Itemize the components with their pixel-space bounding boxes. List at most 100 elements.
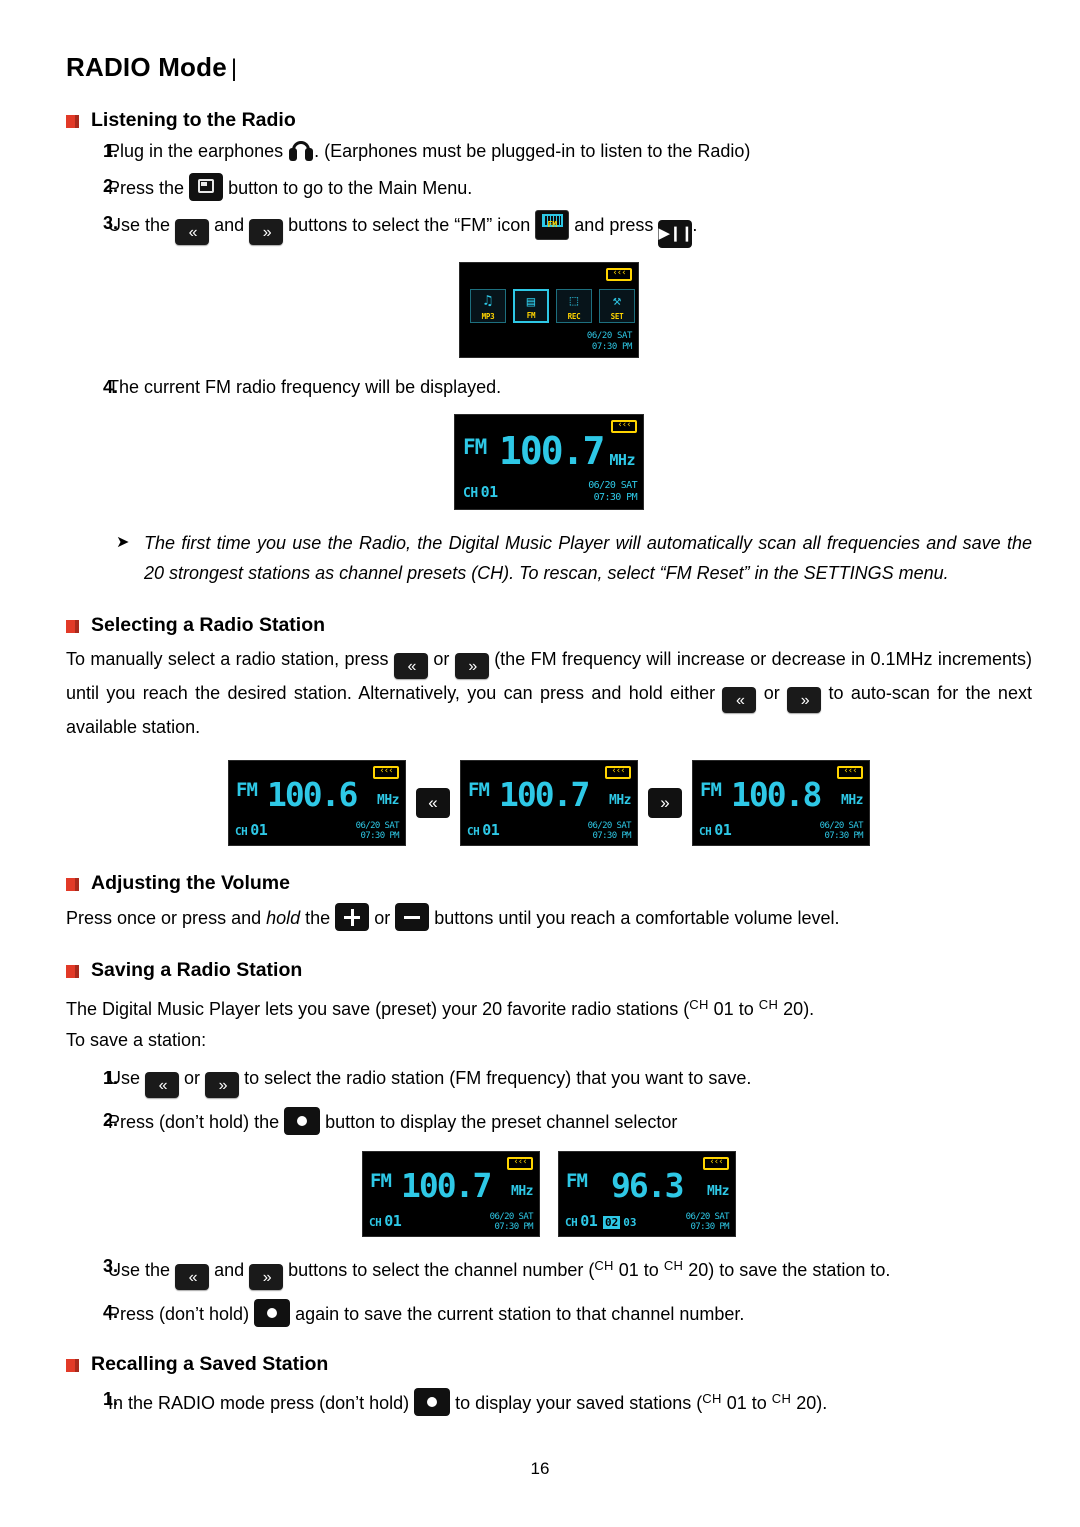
bullet-square-icon <box>66 1359 79 1372</box>
section-title: Recalling a Saved Station <box>91 1353 329 1375</box>
fm-label: FM <box>370 1170 392 1192</box>
step-text-cont: to select the radio station (FM frequenc… <box>244 1068 752 1088</box>
page-title-suffix: | <box>230 55 238 82</box>
record-button-icon <box>254 1299 291 1327</box>
section-title: Listening to the Radio <box>91 109 296 131</box>
frequency-value: 100.6 <box>267 775 358 814</box>
next-button-icon: » <box>787 687 822 713</box>
battery-icon: ‹‹‹ <box>611 420 637 433</box>
menu-icons: ♫ MP3 ▤ FM ⬚ REC ⚒ SET <box>470 289 635 323</box>
section-title: Adjusting the Volume <box>91 872 290 894</box>
step-text-cont: . (Earphones must be plugged-in to liste… <box>314 141 751 161</box>
frequency-value: 100.8 <box>731 775 822 814</box>
date-text: 06/20 SAT <box>355 821 400 831</box>
step-text: Use <box>108 1068 141 1088</box>
next-button-icon: » <box>249 1264 284 1290</box>
saving-steps-cont: 3. Use the « and » buttons to select the… <box>66 1253 1032 1327</box>
section-heading-selecting: Selecting a Radio Station <box>66 614 1032 637</box>
section-heading-listening: Listening to the Radio <box>66 109 1032 132</box>
step-number: 3. <box>103 213 119 233</box>
recalling-steps: 1. In the RADIO mode press (don’t hold) … <box>66 1386 1032 1416</box>
preset-next: 03 <box>623 1216 637 1229</box>
menu-item-mp3: ♫ MP3 <box>470 289 506 323</box>
fm-label: FM <box>700 779 722 801</box>
list-item: 4. The current FM radio frequency will b… <box>66 374 1032 400</box>
step-text: Use the <box>108 215 171 235</box>
time-text: 07:30 PM <box>593 492 638 503</box>
ch-superscript: CH <box>594 1258 614 1273</box>
lcd-fm-current: ‹‹‹ FM 100.7 MHz CH 01 06/20 SAT 07:30 PM <box>454 414 644 510</box>
preset-screens-row: ‹‹‹ FM 100.7 MHz CH 01 06/20 SAT 07:30 PM… <box>66 1151 1032 1237</box>
volume-up-button-icon <box>335 903 370 931</box>
para-or: or <box>433 649 450 669</box>
play-button-icon: ▶❙❙ <box>658 220 693 248</box>
document-page: RADIO Mode | Listening to the Radio 1. Pl… <box>0 0 1080 1527</box>
section-title: Saving a Radio Station <box>91 959 303 981</box>
date-text: 06/20 SAT <box>819 821 864 831</box>
next-button-icon: » <box>249 219 284 245</box>
step-number: 1. <box>103 141 119 161</box>
bullet-square-icon <box>66 965 79 978</box>
battery-icon: ‹‹‹ <box>837 766 863 779</box>
frequency-value: 96.3 <box>611 1166 684 1205</box>
step-text-cont: to display your saved stations ( <box>455 1393 703 1413</box>
step-and: and <box>214 1260 245 1280</box>
menu-item-rec: ⬚ REC <box>556 289 592 323</box>
date-text: 06/20 SAT <box>588 480 637 491</box>
prev-button-icon: « <box>145 1072 180 1098</box>
frequency-value: 100.7 <box>499 775 590 814</box>
datetime: 06/20 SAT 07:30 PM <box>819 821 864 841</box>
channel-indicator: CH 01 <box>463 483 498 501</box>
datetime: 06/20 SAT 07:30 PM <box>586 331 633 353</box>
para-text-2: the <box>305 908 331 928</box>
time-text: 07:30 PM <box>824 831 863 841</box>
listening-steps: 1. Plug in the earphones . (Earphones mu… <box>66 138 1032 248</box>
list-item: 4. Press (don’t hold) again to save the … <box>66 1299 1032 1327</box>
step-number: 4. <box>103 377 119 397</box>
preset-selected: 02 <box>603 1216 621 1229</box>
datetime: 06/20 SAT 07:30 PM <box>686 1212 730 1232</box>
step-text-cont: buttons to select the “FM” icon <box>288 215 531 235</box>
datetime: 06/20 SAT 07:30 PM <box>588 821 632 841</box>
step-number: 1. <box>103 1068 119 1088</box>
time-text: 07:30 PM <box>494 1222 533 1232</box>
saving-subparagraph: To save a station: <box>66 1030 207 1050</box>
step-text: Press (don’t hold) <box>108 1304 250 1324</box>
ch-first: 01 <box>726 1393 747 1413</box>
frequency-value: 100.7 <box>401 1166 492 1205</box>
step-number: 3. <box>103 1256 119 1276</box>
step-number: 2. <box>103 1110 119 1130</box>
menu-item-label: FM <box>526 311 536 320</box>
step-text-cont: button to go to the Main Menu. <box>228 178 473 198</box>
datetime: 06/20 SAT 07:30 PM <box>588 480 637 504</box>
ch-first: 01 <box>618 1260 639 1280</box>
page-title-text: RADIO Mode <box>66 52 227 82</box>
lcd-fm-tune-2: ‹‹‹ FM 100.7 MHz CH 01 06/20 SAT 07:30 PM <box>460 760 638 846</box>
step-text-cont: again to save the current station to tha… <box>295 1304 745 1324</box>
prev-button-icon: « <box>416 788 450 818</box>
microphone-icon: ⬚ <box>569 293 579 309</box>
channel-indicator: CH 01 <box>699 821 732 839</box>
battery-icon: ‹‹‹ <box>605 766 631 779</box>
para-or: or <box>374 908 391 928</box>
para-text-3: buttons until you reach a comfortable vo… <box>434 908 840 928</box>
time-text: 07:30 PM <box>591 342 633 352</box>
page-number: 16 <box>530 1459 550 1478</box>
ch-last: 20 <box>796 1393 817 1413</box>
earphones-icon <box>288 139 314 163</box>
saving-steps: 1. Use « or » to select the radio statio… <box>66 1065 1032 1135</box>
time-text: 07:30 PM <box>360 831 399 841</box>
menu-item-label: SET <box>610 312 624 321</box>
preset-channel-selector: 02 03 <box>603 1216 637 1229</box>
step-or: or <box>184 1068 201 1088</box>
fm-current-screen-row: ‹‹‹ FM 100.7 MHz CH 01 06/20 SAT 07:30 PM <box>66 414 1032 510</box>
frequency-unit: MHz <box>841 793 863 808</box>
main-menu-screen-row: ‹‹‹ ♫ MP3 ▤ FM ⬚ REC ⚒ SET 06/20 SAT 07:… <box>66 262 1032 358</box>
note-text: The first time you use the Radio, the Di… <box>144 533 1032 583</box>
battery-icon: ‹‹‹ <box>507 1157 533 1170</box>
list-item: 3. Use the « and » buttons to select the… <box>66 1253 1032 1290</box>
page-title: RADIO Mode | <box>66 52 1032 83</box>
prev-button-icon: « <box>722 687 757 713</box>
para-emphasis: hold <box>266 908 301 928</box>
date-text: 06/20 SAT <box>586 331 633 341</box>
